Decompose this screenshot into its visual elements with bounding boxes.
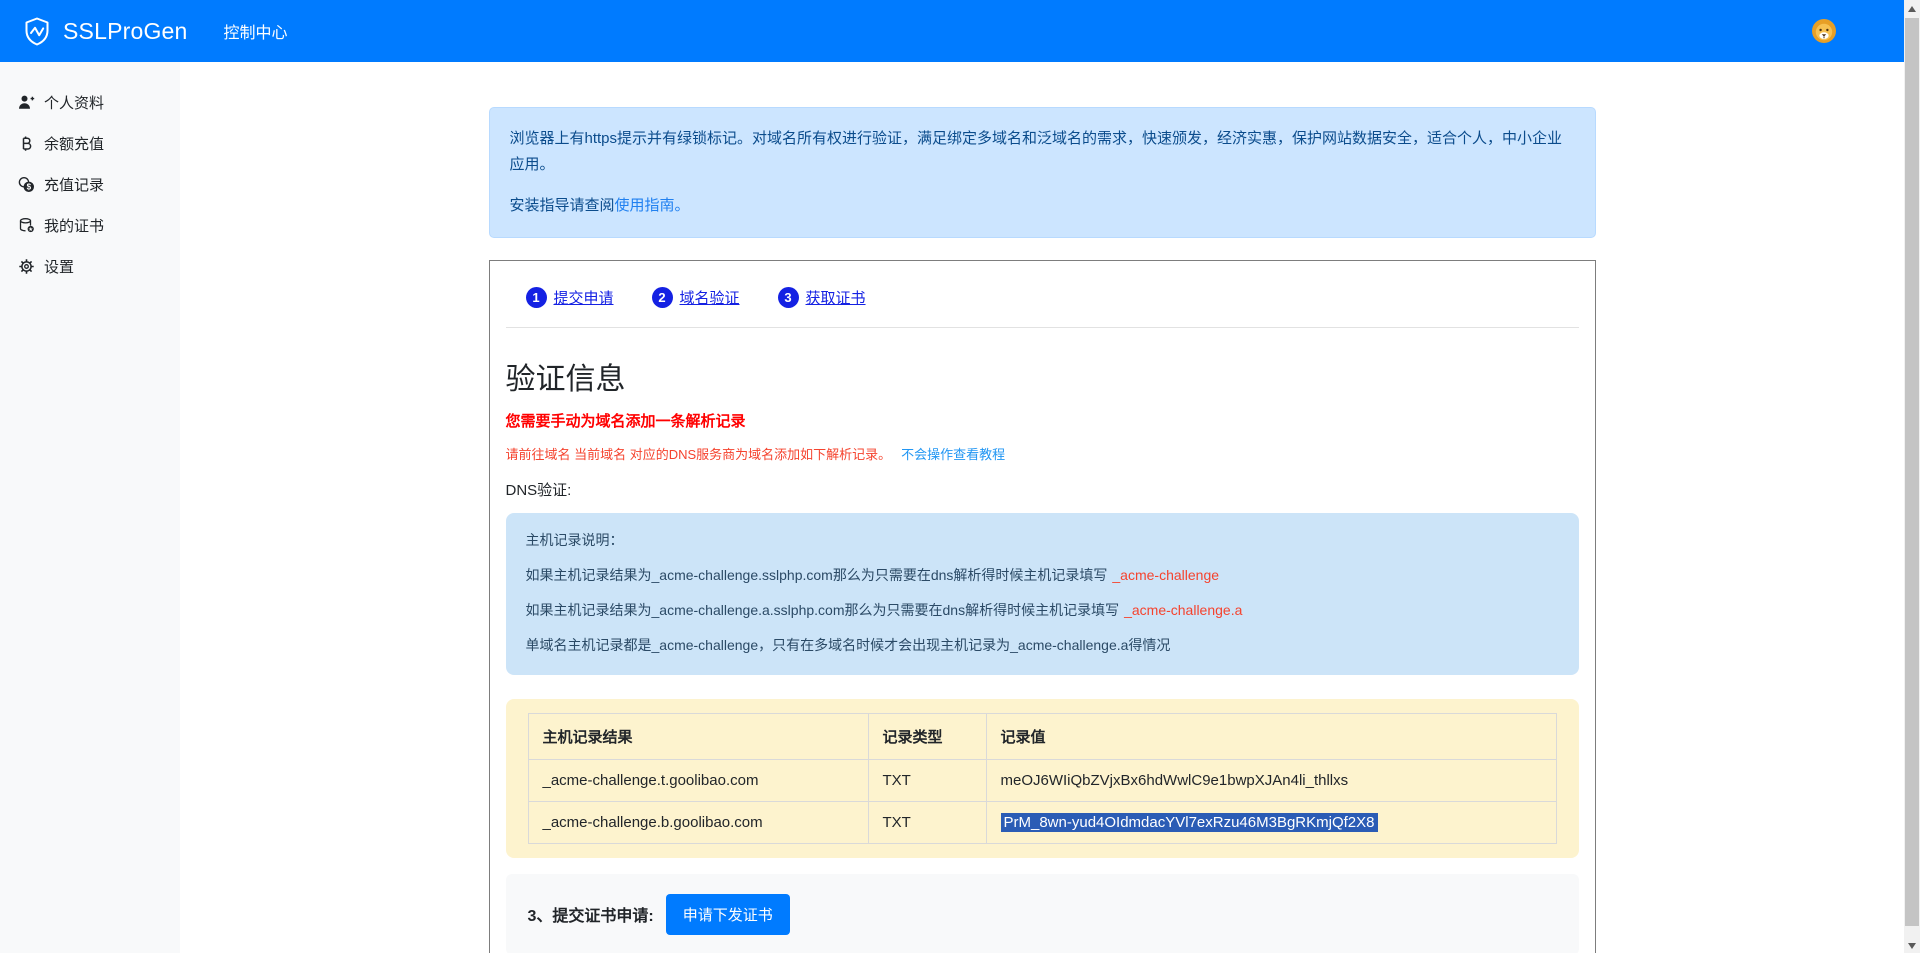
brand-title[interactable]: SSLProGen	[63, 18, 188, 45]
step-3-badge: 3	[778, 287, 799, 308]
sidebar-item-certificates[interactable]: ★ 我的证书	[0, 205, 180, 246]
steps-divider	[506, 327, 1579, 328]
page-title: 验证信息	[506, 354, 1579, 398]
tutorial-link[interactable]: 不会操作查看教程	[901, 447, 1005, 462]
record-host[interactable]: _acme-challenge.t.goolibao.com	[528, 759, 868, 801]
guide-prefix: 安装指导请查阅	[510, 197, 615, 214]
bitcoin-icon	[18, 135, 35, 152]
record-type[interactable]: TXT	[868, 801, 986, 843]
intro-alert-text: 浏览器上有https提示并有绿锁标记。对域名所有权进行验证，满足绑定多域名和泛域…	[510, 126, 1575, 177]
record-host[interactable]: _acme-challenge.b.goolibao.com	[528, 801, 868, 843]
sidebar-item-label: 个人资料	[44, 92, 104, 113]
svg-text:$: $	[27, 183, 32, 192]
intro-alert: 浏览器上有https提示并有绿锁标记。对域名所有权进行验证，满足绑定多域名和泛域…	[489, 107, 1596, 238]
record-value-selected[interactable]: PrM_8wn-yud4OIdmdacYVl7exRzu46M3BgRKmjQf…	[1001, 813, 1378, 832]
step-domain-verification[interactable]: 2 域名验证	[652, 287, 740, 308]
sidebar-item-label: 充值记录	[44, 174, 104, 195]
host-record-note: 主机记录说明： 如果主机记录结果为_acme-challenge.sslphp.…	[506, 513, 1579, 675]
warning-instruction-text: 请前往域名 当前域名 对应的DNS服务商为域名添加如下解析记录。	[506, 447, 892, 462]
note-title: 主机记录说明：	[526, 530, 1559, 551]
wizard-steps: 1 提交申请 2 域名验证 3 获取证书	[526, 287, 1579, 308]
table-row: _acme-challenge.t.goolibao.com TXT meOJ6…	[528, 759, 1556, 801]
certificate-db-icon: ★	[18, 217, 35, 234]
step-2-label[interactable]: 域名验证	[680, 287, 740, 308]
col-header-type: 记录类型	[868, 713, 986, 759]
gear-icon	[18, 258, 35, 275]
main-content: 浏览器上有https提示并有绿锁标记。对域名所有权进行验证，满足绑定多域名和泛域…	[180, 62, 1904, 953]
top-navbar: SSLProGen 控制中心	[0, 0, 1904, 62]
note-line2-text: 如果主机记录结果为_acme-challenge.a.sslphp.com那么为…	[526, 602, 1120, 618]
shield-logo-icon	[22, 16, 52, 46]
usage-guide-link[interactable]: 使用指南。	[615, 197, 690, 214]
scrollbar-thumb[interactable]	[1905, 18, 1919, 926]
user-avatar-lion-icon[interactable]	[1811, 18, 1837, 44]
sidebar-item-label: 余额充值	[44, 133, 104, 154]
dns-records-table: 主机记录结果 记录类型 记录值 _acme-challenge.t.goolib…	[528, 713, 1557, 844]
dns-records-panel: 主机记录结果 记录类型 记录值 _acme-challenge.t.goolib…	[506, 699, 1579, 858]
col-header-value: 记录值	[986, 713, 1556, 759]
page-scrollbar[interactable]	[1904, 0, 1920, 953]
step-3-label[interactable]: 获取证书	[806, 287, 866, 308]
sidebar: 个人资料 余额充值 $ 充值记录 ★ 我的证书	[0, 62, 180, 953]
note-line3-text: 单域名主机记录都是_acme-challenge，只有在多域名时候才会出现主机记…	[526, 635, 1559, 656]
brand[interactable]: SSLProGen	[22, 16, 188, 46]
step-1-label[interactable]: 提交申请	[554, 287, 614, 308]
sidebar-item-label: 设置	[44, 256, 74, 277]
sidebar-item-recharge[interactable]: 余额充值	[0, 123, 180, 164]
svg-text:★: ★	[28, 226, 33, 233]
step-submit-application[interactable]: 1 提交申请	[526, 287, 614, 308]
note-line1-highlight: _acme-challenge	[1112, 567, 1219, 583]
scroll-up-arrow-icon[interactable]	[1908, 6, 1916, 12]
table-header-row: 主机记录结果 记录类型 记录值	[528, 713, 1556, 759]
record-value[interactable]: meOJ6WIiQbZVjxBx6hdWwlC9e1bwpXJAn4li_thl…	[986, 759, 1556, 801]
submit-section: 3、提交证书申请: 申请下发证书	[506, 874, 1579, 953]
sidebar-item-recharge-history[interactable]: $ 充值记录	[0, 164, 180, 205]
sidebar-item-label: 我的证书	[44, 215, 104, 236]
record-type[interactable]: TXT	[868, 759, 986, 801]
nav-control-center[interactable]: 控制中心	[224, 19, 288, 43]
scroll-down-arrow-icon[interactable]	[1908, 943, 1916, 949]
step-2-badge: 2	[652, 287, 673, 308]
step-get-certificate[interactable]: 3 获取证书	[778, 287, 866, 308]
table-row: _acme-challenge.b.goolibao.com TXT PrM_8…	[528, 801, 1556, 843]
dns-verification-label: DNS验证:	[506, 479, 1579, 500]
col-header-host: 主机记录结果	[528, 713, 868, 759]
sidebar-item-profile[interactable]: 个人资料	[0, 82, 180, 123]
sidebar-item-settings[interactable]: 设置	[0, 246, 180, 287]
verification-card: 1 提交申请 2 域名验证 3 获取证书 验证信息 您需要手动为域名添加一条解析…	[489, 260, 1596, 953]
note-line2-highlight: _acme-challenge.a	[1124, 602, 1242, 618]
note-line1-text: 如果主机记录结果为_acme-challenge.sslphp.com那么为只需…	[526, 567, 1108, 583]
warning-bold-text: 您需要手动为域名添加一条解析记录	[506, 410, 1579, 431]
issue-certificate-button[interactable]: 申请下发证书	[666, 894, 790, 935]
person-plus-icon	[18, 94, 35, 111]
submit-label: 3、提交证书申请:	[528, 902, 654, 926]
coins-icon: $	[18, 176, 35, 193]
step-1-badge: 1	[526, 287, 547, 308]
